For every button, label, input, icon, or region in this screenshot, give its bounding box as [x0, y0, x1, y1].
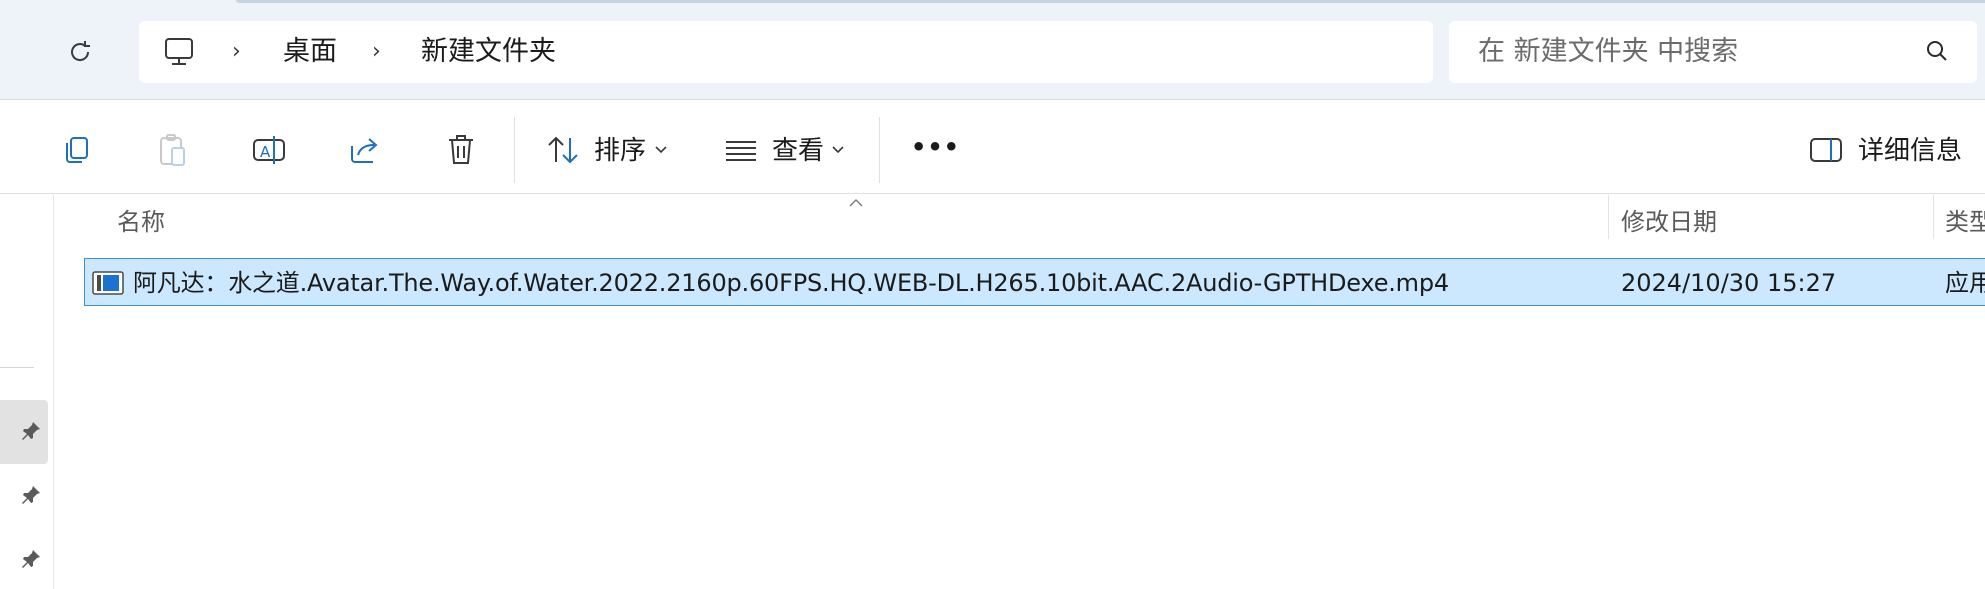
sort-button[interactable] [541, 128, 585, 172]
delete-icon [449, 135, 473, 164]
toolbar-separator [879, 117, 880, 183]
chevron-down-icon[interactable] [654, 142, 668, 161]
pin-icon[interactable] [20, 548, 42, 574]
delete-button[interactable] [439, 128, 483, 172]
refresh-button[interactable] [58, 33, 102, 71]
sort-label[interactable]: 排序 [594, 133, 646, 169]
column-header-modified[interactable]: 修改日期 [1621, 205, 1717, 239]
pin-icon[interactable] [20, 420, 42, 446]
breadcrumb-chevron-icon[interactable]: › [372, 40, 381, 64]
command-bar [0, 101, 1985, 194]
toolbar-separator [514, 117, 515, 183]
share-button[interactable] [343, 128, 387, 172]
search-placeholder[interactable]: 在 新建文件夹 中搜索 [1478, 34, 1738, 70]
video-file-icon [92, 271, 124, 299]
pin-icon[interactable] [20, 484, 42, 510]
view-button[interactable] [719, 128, 763, 172]
paste-icon [160, 134, 185, 166]
file-name[interactable]: 阿凡达：水之道.Avatar.The.Way.of.Water.2022.216… [133, 266, 1449, 300]
sort-indicator-icon [848, 193, 864, 212]
details-pane-icon[interactable] [1809, 136, 1843, 168]
chevron-down-icon[interactable] [831, 142, 845, 161]
share-icon [351, 138, 378, 163]
svg-text:A: A [260, 143, 271, 161]
column-divider[interactable] [1933, 195, 1934, 239]
copy-icon [66, 137, 88, 163]
nav-divider [0, 367, 34, 368]
paste-button[interactable] [151, 128, 195, 172]
view-label[interactable]: 查看 [772, 133, 824, 169]
search-icon[interactable] [1925, 39, 1949, 67]
title-bar-edge [236, 0, 1985, 3]
sort-icon [548, 136, 578, 164]
more-options-button[interactable]: ••• [911, 129, 960, 165]
view-icon [726, 141, 756, 161]
breadcrumb-chevron-icon[interactable]: › [232, 40, 241, 64]
breadcrumb-item-folder[interactable]: 新建文件夹 [421, 34, 556, 70]
breadcrumb-item-desktop[interactable]: 桌面 [283, 34, 337, 70]
navigation-pane [0, 195, 54, 589]
file-type: 应用 [1945, 269, 1985, 297]
this-pc-icon[interactable] [163, 36, 197, 72]
refresh-icon [71, 41, 90, 61]
column-header-name[interactable]: 名称 [117, 205, 165, 239]
rename-button[interactable]: A [247, 128, 291, 172]
column-header-type[interactable]: 类型 [1945, 205, 1985, 239]
details-pane-label[interactable]: 详细信息 [1858, 133, 1962, 169]
column-divider[interactable] [1608, 195, 1609, 239]
rename-icon: A [253, 136, 285, 164]
copy-button[interactable] [55, 128, 99, 172]
file-modified-date: 2024/10/30 15:27 [1621, 269, 1837, 297]
